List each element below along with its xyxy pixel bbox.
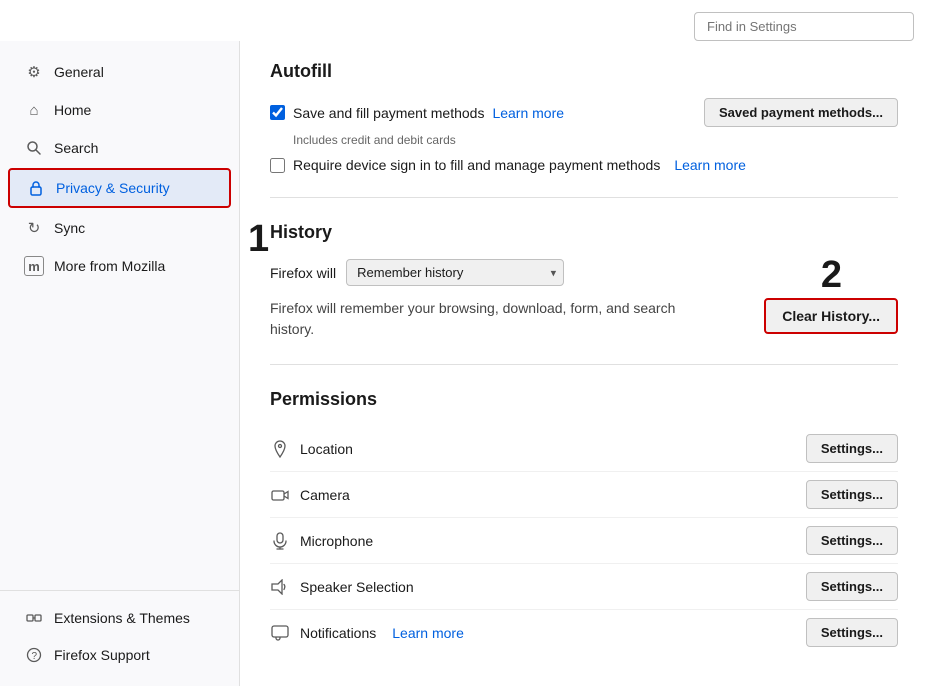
require-device-checkbox-label[interactable]: Require device sign in to fill and manag… xyxy=(270,157,660,173)
sidebar-label-firefox-support: Firefox Support xyxy=(54,647,150,663)
sidebar: ⚙ General ⌂ Home Search Privacy xyxy=(0,41,240,686)
privacy-security-icon xyxy=(26,178,46,198)
sidebar-item-more-from-mozilla[interactable]: m More from Mozilla xyxy=(8,248,231,284)
autofill-title: Autofill xyxy=(270,61,898,82)
history-description: Firefox will remember your browsing, dow… xyxy=(270,298,710,340)
sidebar-label-search: Search xyxy=(54,140,98,156)
sidebar-item-general[interactable]: ⚙ General xyxy=(8,54,231,90)
sidebar-label-privacy-security: Privacy & Security xyxy=(56,180,170,196)
sync-icon: ↻ xyxy=(24,218,44,238)
perm-left-microphone: Microphone xyxy=(270,531,373,551)
clear-history-button[interactable]: Clear History... xyxy=(764,298,898,334)
autofill-subtext: Includes credit and debit cards xyxy=(293,133,898,147)
history-section: History Firefox will Remember history Ne… xyxy=(270,222,898,365)
perm-label-microphone: Microphone xyxy=(300,533,373,549)
require-device-row: Require device sign in to fill and manag… xyxy=(270,157,898,173)
camera-icon xyxy=(270,485,290,505)
microphone-icon xyxy=(270,531,290,551)
sidebar-item-privacy-security[interactable]: Privacy & Security xyxy=(8,168,231,208)
general-icon: ⚙ xyxy=(24,62,44,82)
notifications-settings-button[interactable]: Settings... xyxy=(806,618,898,647)
require-device-learn-more-link[interactable]: Learn more xyxy=(674,157,746,173)
history-dropdown[interactable]: Remember history Never remember history … xyxy=(346,259,564,286)
find-in-settings-input[interactable] xyxy=(694,12,914,41)
sidebar-label-extensions-themes: Extensions & Themes xyxy=(54,610,190,626)
permissions-row-camera: Camera Settings... xyxy=(270,472,898,518)
sidebar-item-firefox-support[interactable]: ? Firefox Support xyxy=(8,637,231,673)
saved-payment-methods-button[interactable]: Saved payment methods... xyxy=(704,98,898,127)
history-description-row: Firefox will remember your browsing, dow… xyxy=(270,298,898,340)
sidebar-item-search[interactable]: Search xyxy=(8,130,231,166)
save-fill-checkbox[interactable] xyxy=(270,105,285,120)
perm-label-camera: Camera xyxy=(300,487,350,503)
location-settings-button[interactable]: Settings... xyxy=(806,434,898,463)
sidebar-label-home: Home xyxy=(54,102,91,118)
history-firefox-will-row: Firefox will Remember history Never reme… xyxy=(270,259,898,286)
autofill-save-fill-row: Save and fill payment methods Learn more… xyxy=(270,98,898,127)
history-dropdown-wrapper[interactable]: Remember history Never remember history … xyxy=(346,259,564,286)
location-icon xyxy=(270,439,290,459)
sidebar-item-home[interactable]: ⌂ Home xyxy=(8,92,231,128)
perm-left-location: Location xyxy=(270,439,353,459)
save-fill-label: Save and fill payment methods xyxy=(293,105,484,121)
sidebar-item-sync[interactable]: ↻ Sync xyxy=(8,210,231,246)
perm-left-speaker: Speaker Selection xyxy=(270,577,414,597)
permissions-section: Permissions Location Settings... xyxy=(270,389,898,679)
perm-label-speaker: Speaker Selection xyxy=(300,579,414,595)
sidebar-label-general: General xyxy=(54,64,104,80)
permissions-row-microphone: Microphone Settings... xyxy=(270,518,898,564)
save-fill-learn-more-link[interactable]: Learn more xyxy=(492,105,564,121)
svg-text:?: ? xyxy=(32,651,38,662)
require-device-label: Require device sign in to fill and manag… xyxy=(293,157,660,173)
sidebar-label-more-from-mozilla: More from Mozilla xyxy=(54,258,165,274)
notifications-icon xyxy=(270,623,290,643)
perm-left-notifications: Notifications Learn more xyxy=(270,623,464,643)
sidebar-item-extensions-themes[interactable]: Extensions & Themes xyxy=(8,600,231,636)
require-device-checkbox[interactable] xyxy=(270,158,285,173)
camera-settings-button[interactable]: Settings... xyxy=(806,480,898,509)
autofill-section: Autofill Save and fill payment methods L… xyxy=(270,61,898,198)
sidebar-label-sync: Sync xyxy=(54,220,85,236)
permissions-row-notifications: Notifications Learn more Settings... xyxy=(270,610,898,655)
perm-label-location: Location xyxy=(300,441,353,457)
perm-label-notifications: Notifications xyxy=(300,625,376,641)
save-fill-checkbox-label[interactable]: Save and fill payment methods xyxy=(270,105,484,121)
permissions-row-location: Location Settings... xyxy=(270,426,898,472)
extensions-icon xyxy=(24,608,44,628)
main-content: Autofill Save and fill payment methods L… xyxy=(240,41,938,686)
permissions-row-speaker: Speaker Selection Settings... xyxy=(270,564,898,610)
perm-left-camera: Camera xyxy=(270,485,350,505)
firefox-will-label: Firefox will xyxy=(270,265,336,281)
speaker-icon xyxy=(270,577,290,597)
notifications-learn-more-link[interactable]: Learn more xyxy=(392,625,464,641)
support-icon: ? xyxy=(24,645,44,665)
microphone-settings-button[interactable]: Settings... xyxy=(806,526,898,555)
speaker-settings-button[interactable]: Settings... xyxy=(806,572,898,601)
permissions-title: Permissions xyxy=(270,389,898,410)
history-title: History xyxy=(270,222,898,243)
home-icon: ⌂ xyxy=(24,100,44,120)
search-icon xyxy=(24,138,44,158)
mozilla-icon: m xyxy=(24,256,44,276)
autofill-save-fill-left: Save and fill payment methods Learn more xyxy=(270,105,564,121)
